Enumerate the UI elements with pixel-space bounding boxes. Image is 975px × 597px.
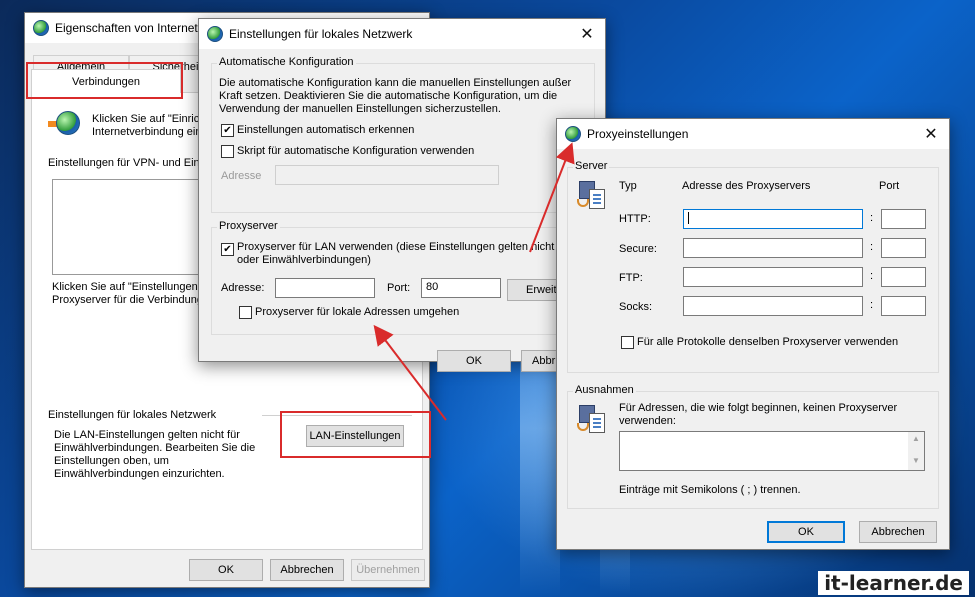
lan-settings-window: Einstellungen für lokales Netzwerk ✕ Aut…: [198, 18, 606, 372]
internet-properties-title: Eigenschaften von Internet: [55, 21, 198, 35]
exceptions-textarea[interactable]: ▲ ▼: [619, 431, 925, 471]
http-port-input[interactable]: [881, 209, 926, 229]
dialup-text-line2: Internetverbindung einzu: [92, 126, 214, 138]
globe-icon: [207, 26, 223, 42]
socks-type-label: Socks:: [619, 301, 653, 313]
exceptions-server-icon: [577, 405, 607, 435]
socks-port-input[interactable]: [881, 296, 926, 316]
http-type-label: HTTP:: [619, 213, 651, 225]
bypass-local-label: Proxyserver für lokale Adressen umgehen: [255, 306, 460, 318]
proxy-settings-title: Proxyeinstellungen: [587, 127, 689, 141]
http-address-input[interactable]: [683, 209, 863, 229]
column-header-port: Port: [879, 180, 900, 192]
ftp-type-label: FTP:: [619, 272, 643, 284]
button-label: LAN-Einstellungen: [309, 430, 401, 442]
scroll-up-icon[interactable]: ▲: [908, 432, 924, 446]
auto-config-description: Die automatische Konfiguration kann die …: [219, 77, 572, 115]
vpn-connections-list[interactable]: [52, 179, 212, 275]
tab-label: Verbindungen: [72, 75, 140, 88]
vpn-settings-label: Einstellungen für VPN- und Einw: [48, 157, 208, 169]
scrollbar[interactable]: ▲ ▼: [908, 432, 924, 470]
proxy-ok-button[interactable]: OK: [767, 521, 845, 543]
internet-apply-button[interactable]: Übernehmen: [351, 559, 425, 581]
scroll-down-icon[interactable]: ▼: [908, 454, 924, 468]
internet-ok-button[interactable]: OK: [189, 559, 263, 581]
secure-type-label: Secure:: [619, 243, 657, 255]
bypass-local-checkbox[interactable]: [239, 306, 252, 319]
button-label: Abbr: [532, 355, 556, 367]
lan-settings-body: Automatische Konfiguration Die automatis…: [199, 49, 605, 372]
text-cursor: [688, 212, 689, 225]
globe-icon: [565, 126, 581, 142]
button-label: OK: [798, 526, 814, 538]
auto-detect-label: Einstellungen automatisch erkennen: [237, 124, 415, 136]
network-globe-icon: [48, 111, 80, 137]
globe-icon: [33, 20, 49, 36]
script-address-label: Adresse: [221, 170, 262, 182]
proxy-address-input[interactable]: [275, 278, 375, 298]
lan-settings-titlebar[interactable]: Einstellungen für lokales Netzwerk ✕: [199, 19, 605, 49]
lan-settings-title: Einstellungen für lokales Netzwerk: [229, 27, 413, 41]
button-label: Erweit: [526, 284, 557, 296]
secure-port-input[interactable]: [881, 238, 926, 258]
column-header-address: Adresse des Proxyservers: [682, 180, 811, 192]
auto-script-label: Skript für automatische Konfiguration ve…: [237, 145, 475, 157]
auto-config-group-label: Automatische Konfiguration: [217, 56, 356, 68]
proxy-settings-titlebar[interactable]: Proxyeinstellungen ✕: [557, 119, 949, 149]
proxy-port-input[interactable]: 80: [421, 278, 501, 298]
auto-script-checkbox[interactable]: [221, 145, 234, 158]
proxy-port-label: Port:: [387, 282, 411, 294]
use-proxy-label: Proxyserver für LAN verwenden (diese Ein…: [237, 241, 590, 266]
close-icon[interactable]: ✕: [913, 119, 949, 149]
proxy-cancel-button[interactable]: Abbrechen: [859, 521, 937, 543]
button-label: OK: [218, 564, 234, 576]
column-header-type: Typ: [619, 180, 637, 192]
exceptions-description: Für Adressen, die wie folgt beginnen, ke…: [619, 402, 898, 427]
proxy-settings-body: Server Typ Adresse des Proxyservers Port…: [557, 149, 949, 549]
tab-verbindungen[interactable]: Verbindungen: [31, 69, 181, 93]
server-group-label: Server: [573, 160, 610, 172]
checkmark-icon: ✔: [223, 124, 232, 136]
socks-address-input[interactable]: [683, 296, 863, 316]
proxy-address-label: Adresse:: [221, 282, 265, 294]
button-label: Abbrechen: [280, 564, 334, 576]
button-label: Abbrechen: [871, 526, 925, 538]
ftp-port-input[interactable]: [881, 267, 926, 287]
secure-address-input[interactable]: [683, 238, 863, 258]
internet-cancel-button[interactable]: Abbrechen: [270, 559, 344, 581]
lan-ok-button[interactable]: OK: [437, 350, 511, 372]
same-proxy-label: Für alle Protokolle denselben Proxyserve…: [637, 336, 899, 348]
button-label: Übernehmen: [356, 564, 420, 576]
ftp-address-input[interactable]: [683, 267, 863, 287]
lan-description: Die LAN-Einstellungen gelten nicht für E…: [54, 429, 256, 480]
proxy-server-icon: [577, 181, 607, 211]
port-separator: :: [870, 270, 874, 282]
close-icon[interactable]: ✕: [569, 19, 605, 49]
button-label: OK: [466, 355, 482, 367]
script-address-input[interactable]: [275, 165, 499, 185]
proxy-server-group-label: Proxyserver: [217, 220, 280, 232]
proxy-hint-line1: Klicken Sie auf "Einstellungen",: [52, 281, 205, 293]
port-separator: :: [870, 299, 874, 311]
lan-settings-button[interactable]: LAN-Einstellungen: [306, 425, 404, 447]
semicolon-hint: Einträge mit Semikolons ( ; ) trennen.: [619, 484, 801, 496]
proxy-settings-window: Proxyeinstellungen ✕ Server Typ Adresse …: [556, 118, 950, 550]
exceptions-group-label: Ausnahmen: [573, 384, 636, 396]
lan-settings-group-label: Einstellungen für lokales Netzwerk: [48, 409, 217, 421]
watermark: it-learner.de: [818, 571, 969, 595]
use-proxy-checkbox[interactable]: ✔: [221, 243, 234, 256]
auto-detect-checkbox[interactable]: ✔: [221, 124, 234, 137]
port-separator: :: [870, 241, 874, 253]
same-proxy-checkbox[interactable]: [621, 336, 634, 349]
port-separator: :: [870, 212, 874, 224]
checkmark-icon: ✔: [223, 243, 232, 255]
lan-group-divider: [262, 415, 412, 416]
proxy-hint-line2: Proxyserver für die Verbindung: [52, 294, 204, 306]
